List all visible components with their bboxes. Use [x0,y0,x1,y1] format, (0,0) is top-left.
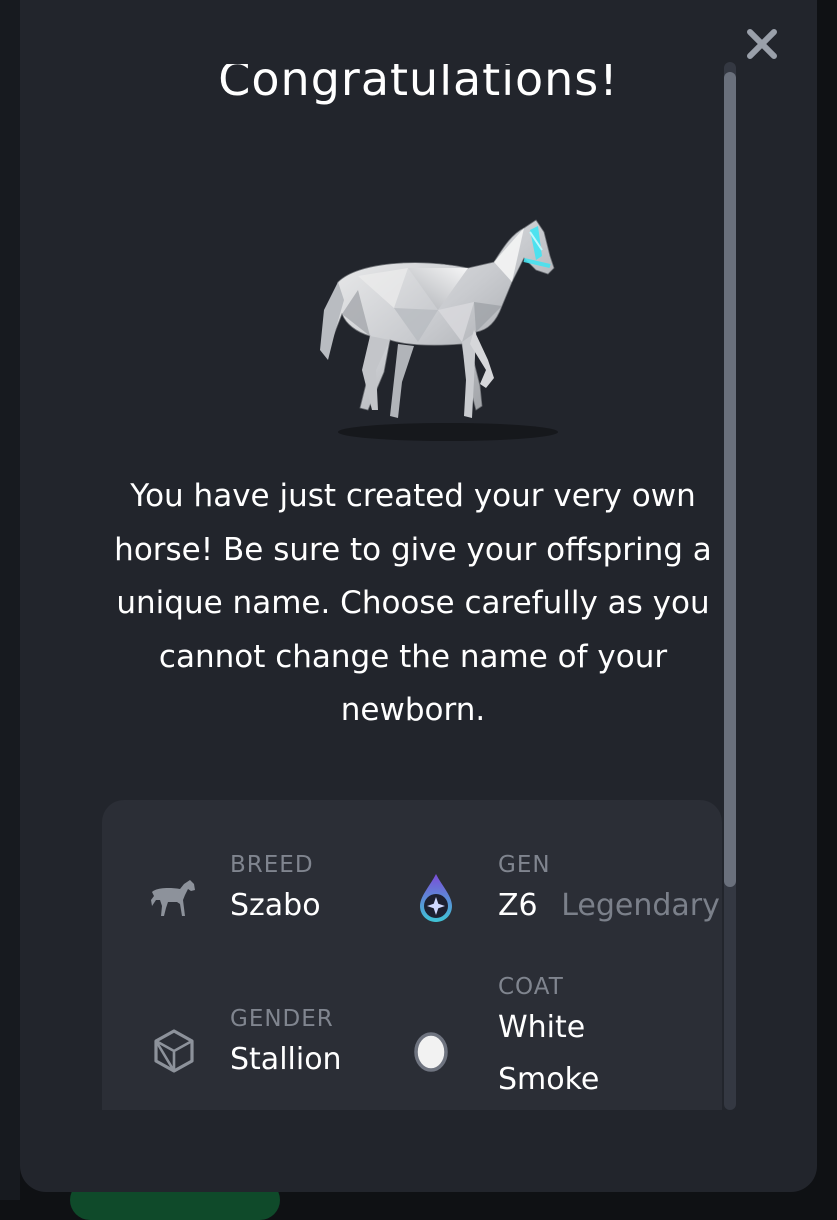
trait-coat: COAT White Smoke [498,972,599,1106]
horse-icon [148,878,198,922]
modal-description: You have just created your very own hors… [114,478,712,728]
gender-value: Stallion [230,1042,342,1077]
modal-title: Congratulations! [218,52,619,106]
congratulations-modal: Congratulations! You have just created y… [20,0,817,1192]
gen-value: Z6 [498,888,538,923]
horse-illustration [320,219,558,441]
gender-label: GENDER [230,1006,334,1032]
coat-label: COAT [498,974,564,1000]
background-left-strip [0,0,20,1200]
trait-gender: GENDER Stallion [230,1004,342,1086]
horse-traits-card: BREED Szabo GEN Z6 Legendary GENDER Stal… [102,800,722,1110]
trait-breed: BREED Szabo [230,850,321,932]
trait-gen: GEN Z6 Legendary [498,850,720,932]
scrollbar-track[interactable] [724,62,736,1110]
drop-star-icon [416,872,456,928]
gen-value-row: Z6 Legendary [498,880,720,932]
cube-icon [152,1028,196,1078]
breed-value: Szabo [230,888,321,923]
gen-label: GEN [498,852,551,878]
gen-tier: Legendary [561,888,720,923]
color-dot-icon [413,1032,449,1076]
coat-value-line2: Smoke [498,1062,600,1097]
close-icon[interactable] [742,24,782,64]
breed-label: BREED [230,852,314,878]
scrollbar-thumb[interactable] [724,72,736,887]
coat-value-line1: White [498,1010,586,1045]
